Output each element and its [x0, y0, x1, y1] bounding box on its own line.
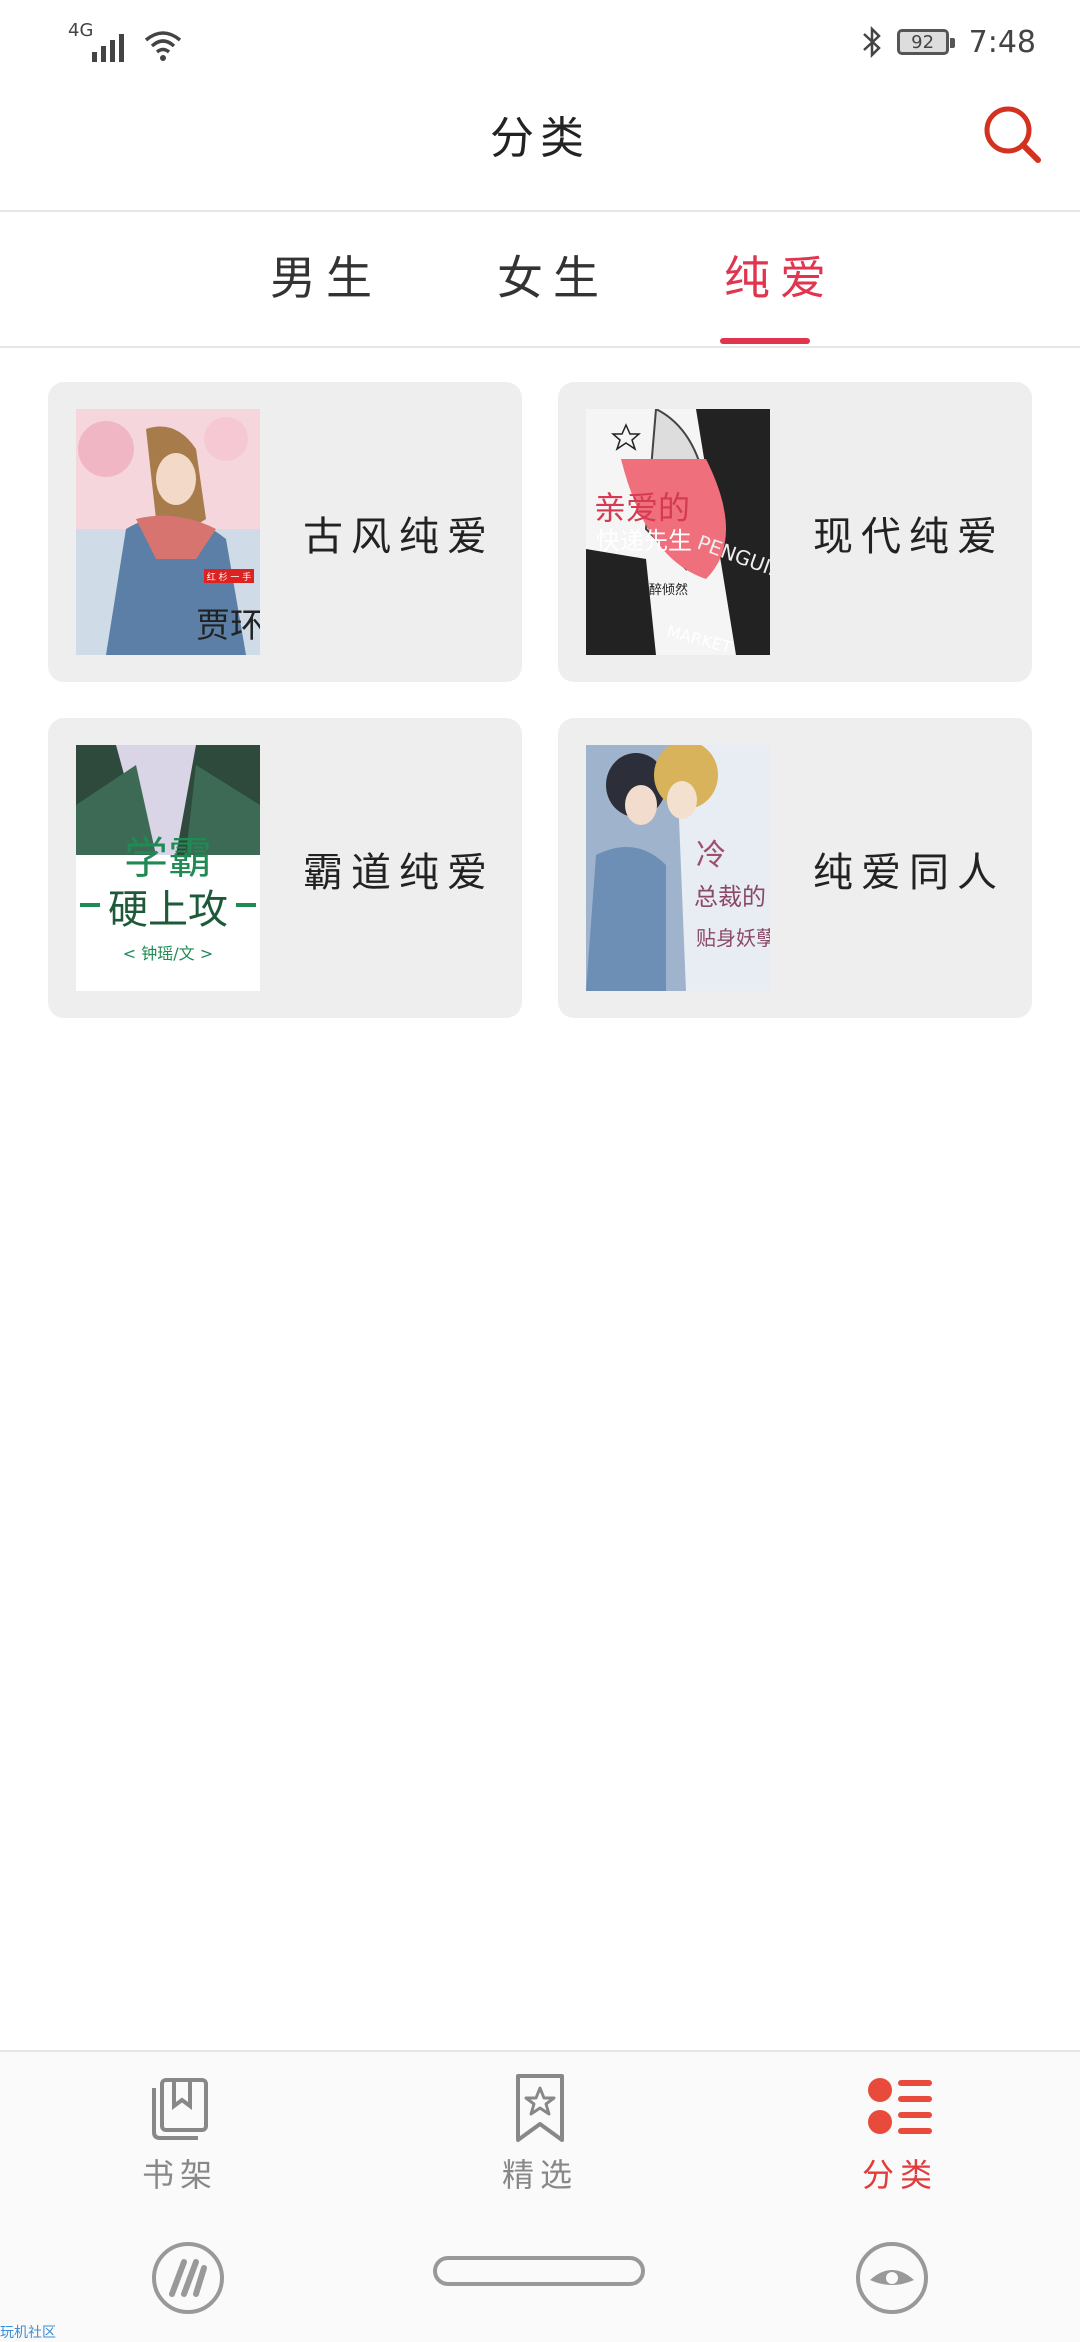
battery-level: 92	[911, 31, 935, 53]
watermark: 玩机社区	[0, 2325, 56, 2341]
category-label: 现代纯爱	[813, 514, 1005, 560]
bottom-navigation: 书架 精选 分类	[0, 2050, 1080, 2342]
cover-title: 亲爱的	[594, 489, 690, 527]
category-card-xiandai[interactable]: 亲爱的 快递先生 一醉倾然 PENGUIN MARKET 现代纯爱	[558, 382, 1032, 682]
nav-category[interactable]: 分类	[800, 2072, 1000, 2196]
header: 分类	[0, 84, 1080, 212]
nav-label: 精选	[501, 2156, 578, 2194]
system-app-icon[interactable]	[150, 2240, 226, 2316]
active-tab-indicator	[720, 338, 810, 344]
category-label: 古风纯爱	[303, 514, 495, 560]
gender-tabs: 男生 女生 纯爱	[0, 212, 1080, 348]
cover-title: 冷	[696, 838, 726, 873]
nav-label: 分类	[861, 2156, 938, 2194]
page-title: 分类	[490, 113, 590, 164]
home-gesture-bar[interactable]	[433, 2256, 645, 2286]
book-cover-image: 冷 总裁的 贴身妖孽	[586, 745, 770, 991]
eye-comfort-icon[interactable]	[854, 2240, 930, 2316]
signal-icon	[92, 34, 124, 62]
cover-title: 学霸	[124, 833, 212, 884]
search-icon[interactable]	[980, 102, 1044, 166]
tab-female[interactable]: 女生	[497, 242, 609, 308]
cover-author: 一醉倾然	[636, 582, 688, 598]
book-cover-image: 亲爱的 快递先生 一醉倾然 PENGUIN MARKET	[586, 409, 770, 655]
category-card-gufeng[interactable]: 红 杉 一 手 贾环 古风纯爱	[48, 382, 522, 682]
category-list-icon	[868, 2078, 932, 2134]
bookmark-star-icon	[516, 2074, 564, 2142]
battery-icon: 92	[896, 29, 955, 55]
cover-text: 红 杉 一 手	[207, 571, 252, 583]
status-left: 4G	[68, 20, 182, 62]
wifi-icon	[144, 31, 182, 61]
book-cover-image: 红 杉 一 手 贾环	[76, 409, 260, 655]
book-cover-image: 学霸 硬上攻 < 钟瑶/文 >	[76, 745, 260, 991]
cover-subtitle: 快递先生	[596, 527, 692, 555]
cover-subtitle: 硬上攻	[108, 887, 228, 933]
category-label: 霸道纯爱	[303, 850, 495, 896]
category-card-tongren[interactable]: 冷 总裁的 贴身妖孽 纯爱同人	[558, 718, 1032, 1018]
network-type: 4G	[68, 20, 94, 41]
nav-bookshelf[interactable]: 书架	[80, 2072, 280, 2196]
bluetooth-icon	[862, 25, 881, 59]
tab-chunai[interactable]: 纯爱	[724, 242, 836, 308]
cover-text: 贴身妖孽	[696, 926, 770, 950]
nav-label: 书架	[141, 2156, 218, 2194]
cover-title: 贾环	[196, 606, 260, 646]
category-label: 纯爱同人	[813, 850, 1005, 896]
bookshelf-icon	[152, 2078, 208, 2140]
cover-author: < 钟瑶/文 >	[123, 944, 213, 963]
nav-featured[interactable]: 精选	[440, 2072, 640, 2196]
clock: 7:48	[968, 24, 1036, 60]
category-card-badao[interactable]: 学霸 硬上攻 < 钟瑶/文 > 霸道纯爱	[48, 718, 522, 1018]
cover-subtitle: 总裁的	[694, 883, 766, 911]
tab-male[interactable]: 男生	[270, 242, 382, 308]
status-right: 92 7:48	[861, 24, 1036, 60]
status-bar: 4G 92 7:48	[0, 0, 1080, 84]
